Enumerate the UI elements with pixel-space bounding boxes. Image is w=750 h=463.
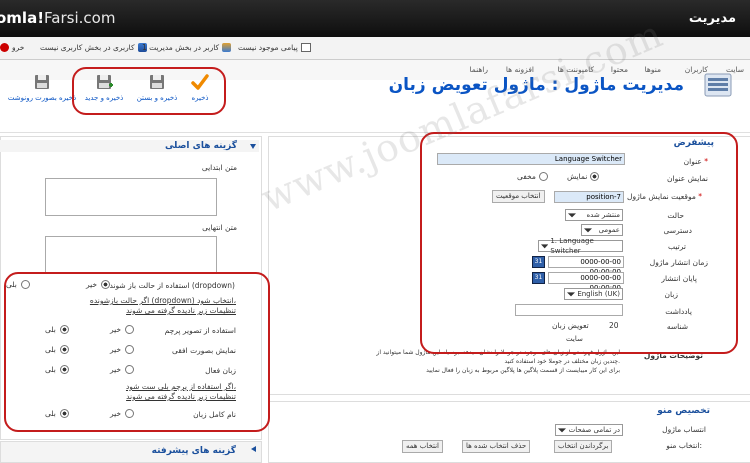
assign-label: انتساب ماژول: [662, 425, 706, 434]
site-logo[interactable]: omla!Farsi.com: [0, 9, 115, 27]
menu-assignment-title: تخصیص منو: [657, 406, 710, 416]
details-highlight: [420, 132, 738, 354]
expand-toggle-icon[interactable]: [251, 446, 256, 452]
basic-options-title: گزینه های اصلی: [164, 141, 237, 151]
advanced-options-title: گزینه های پیشرفته: [151, 446, 236, 456]
chevron-down-icon: [558, 428, 566, 433]
select-all-button[interactable]: انتخاب همه: [402, 440, 443, 453]
save-copy-button[interactable]: ذخیره بصورت رونوشت: [6, 73, 78, 102]
invert-selection-button[interactable]: برگرداندن انتخاب: [554, 440, 613, 453]
save-copy-icon: [33, 73, 51, 91]
pre-text-label: متن ابتدایی: [201, 163, 237, 172]
post-text-label: متن انتهایی: [202, 223, 237, 232]
logout-link[interactable]: خرو: [0, 43, 24, 52]
status-frontend-users: کاربری در بخش کاربری نیست: [40, 43, 147, 52]
assign-select[interactable]: در تمامی صفحات: [555, 424, 623, 436]
clear-selection-button[interactable]: حذف انتخاب شده ها: [462, 440, 531, 453]
toolbar-highlight: [72, 67, 226, 115]
basic-options-highlight: [4, 272, 270, 432]
select-menu-label: انتخاب منو:: [666, 441, 702, 450]
header-title: مدیریت: [688, 11, 736, 26]
menu-menus[interactable]: منوها: [645, 65, 661, 74]
status-admin-users: 1 کاربر در بخش مدیریت: [142, 43, 232, 52]
message-icon: [300, 43, 311, 52]
logout-icon: [0, 43, 9, 52]
pre-text-textarea[interactable]: [45, 178, 217, 216]
menu-help[interactable]: راهنما: [469, 65, 488, 74]
status-messages[interactable]: پیامی موجود نیست: [238, 43, 311, 52]
collapse-toggle-icon[interactable]: [250, 144, 256, 149]
post-text-textarea[interactable]: [45, 236, 217, 274]
admin-users-icon: [222, 43, 232, 52]
module-icon: [704, 72, 732, 98]
